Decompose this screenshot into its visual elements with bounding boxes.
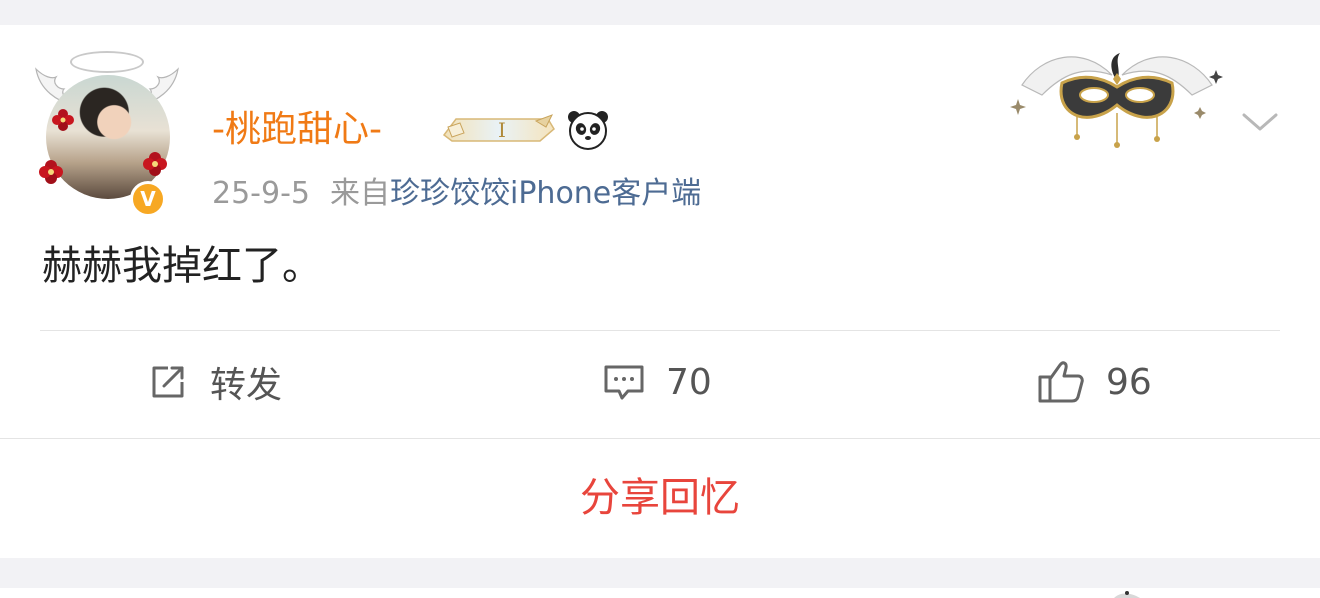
divider [40,330,1280,331]
repost-label: 转发 [210,365,283,406]
avatar[interactable]: V [34,51,180,217]
comment-count: 70 [666,361,712,403]
panda-icon [568,111,608,150]
repost-icon [152,366,184,398]
share-memory-button[interactable]: 分享回忆 [0,473,1320,523]
like-button[interactable]: 96 [1036,355,1152,409]
chevron-down-icon[interactable] [1238,105,1282,139]
post-card: V -桃跑甜心- I 25-9-5 来自珍珍饺饺iPhone客户端 赫赫我掉红了… [0,25,1320,558]
post-source[interactable]: 珍珍饺饺iPhone客户端 [390,176,701,211]
divider [0,438,1320,439]
from-label: 来自 [330,176,390,211]
flower-icon [143,152,167,176]
thumbs-up-icon [1038,361,1084,403]
like-count: 96 [1106,361,1152,403]
vip-level-badge-icon[interactable]: I [440,109,558,149]
halo-icon [70,51,144,73]
flower-icon [52,109,74,131]
repost-button[interactable]: 转发 [146,355,282,409]
post-text: 赫赫我掉红了。 [42,243,322,289]
verified-badge: V [130,181,166,217]
username[interactable]: -桃跑甜心- [212,108,382,152]
comment-icon [604,365,644,400]
comment-button[interactable]: 70 [602,355,712,409]
masquerade-mask-icon [1114,591,1140,598]
post-date: 25-9-5 [212,176,310,211]
flower-icon [39,160,63,184]
svg-text:I: I [498,118,506,142]
masquerade-mask-icon [1010,53,1223,148]
post-meta: 25-9-5 来自珍珍饺饺iPhone客户端 [212,175,701,213]
